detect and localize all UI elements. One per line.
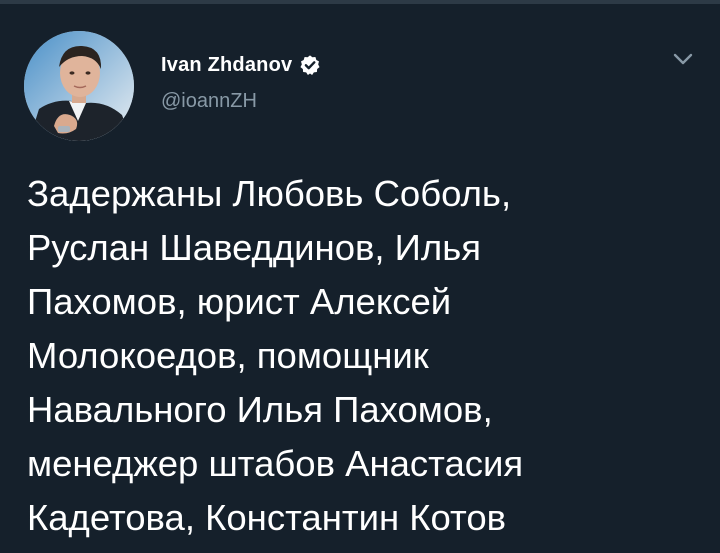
tweet-card[interactable]: Ivan Zhdanov @ioannZH Задержаны Любовь С… <box>0 4 720 553</box>
tweet-text-line: Задержаны Любовь Соболь, <box>27 173 512 214</box>
chevron-down-icon[interactable] <box>672 52 694 66</box>
user-handle[interactable]: @ioannZH <box>161 90 257 113</box>
tweet-text-line: Навального Илья Пахомов, <box>27 389 493 430</box>
author-row[interactable]: Ivan Zhdanov <box>161 50 321 80</box>
tweet-text-line: Пахомов, юрист Алексей <box>27 281 452 322</box>
tweet-text: Задержаны Любовь Соболь, Руслан Шаведдин… <box>27 167 697 545</box>
tweet-text-line: Молокоедов, помощник <box>27 335 429 376</box>
verified-badge-icon <box>299 54 321 76</box>
tweet-text-line: Кадетова, Константин Котов <box>27 497 507 538</box>
avatar-photo <box>24 31 134 141</box>
tweet-text-line: менеджер штабов Анастасия <box>27 443 524 484</box>
avatar[interactable] <box>24 31 134 141</box>
tweet-text-line: Руслан Шаведдинов, Илья <box>27 227 481 268</box>
display-name[interactable]: Ivan Zhdanov <box>161 54 292 77</box>
